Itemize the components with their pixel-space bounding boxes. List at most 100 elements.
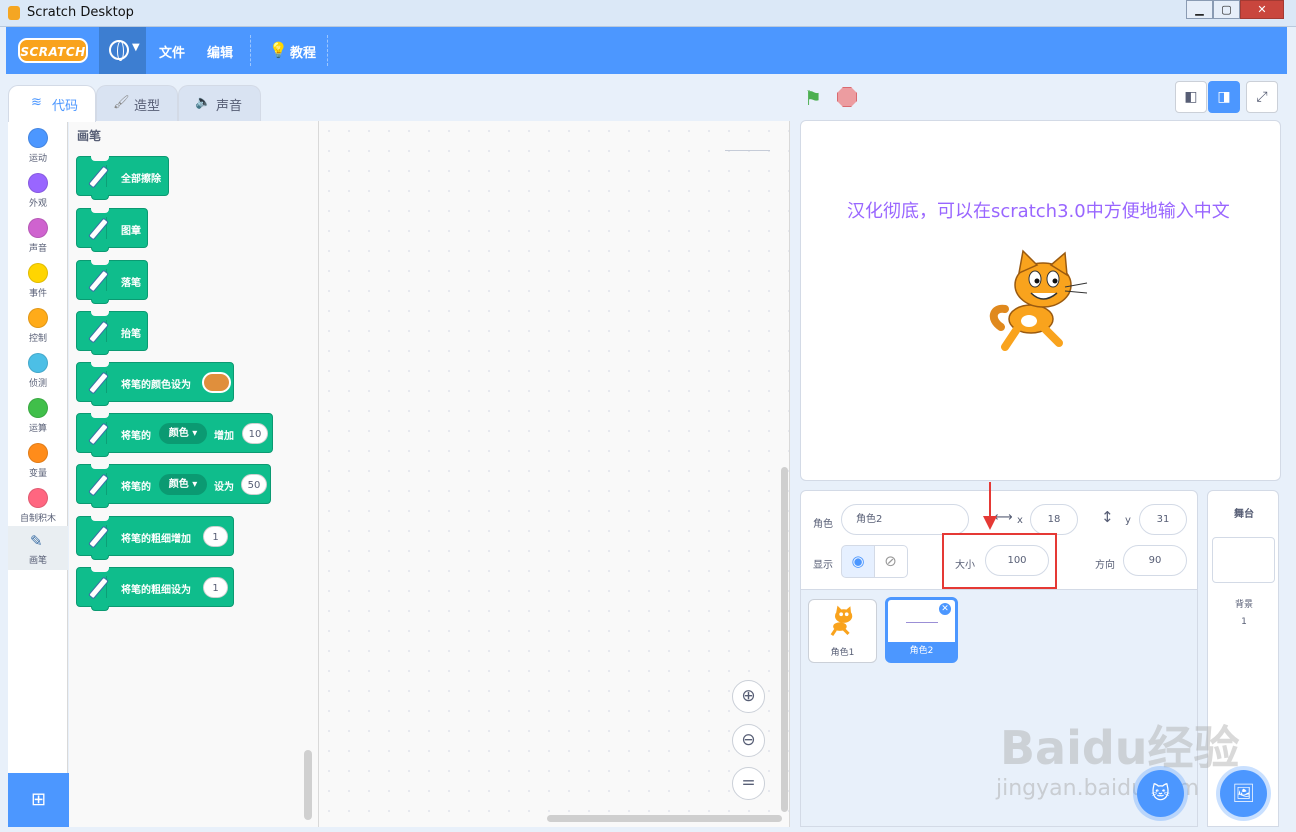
edit-menu[interactable]: 编辑 [207,42,233,61]
pen-icon [85,320,107,342]
block-set-pen-param[interactable]: 将笔的 颜色 ▾ 设为 50 [76,464,271,508]
block-label: 图章 [121,226,141,237]
category-label: 外观 [28,199,47,209]
scratch-logo[interactable]: SCRATCH [18,38,88,63]
category-label: 运动 [28,154,47,164]
zoom-reset-icon: = [741,773,756,793]
category-motion[interactable]: 运动 [8,124,68,169]
cat-sprite-icon [830,605,853,637]
number-input[interactable]: 10 [242,423,268,444]
show-sprite-button[interactable]: ◉ [841,545,875,578]
pen-param-dropdown[interactable]: 颜色 ▾ [159,423,207,444]
category-label: 运算 [28,424,47,434]
category-dot [28,353,48,373]
pen-icon [85,371,107,393]
block-label: 设为 [214,482,234,493]
block-label: 将笔的 [121,482,151,493]
y-label: y [1125,515,1131,526]
category-dot [28,173,48,193]
block-set-pen-size[interactable]: 将笔的粗细设为 1 [76,567,234,611]
zoom-out-icon: ⊖ [741,730,756,750]
sprite-name-input[interactable]: 角色2 [841,504,969,535]
baidu-watermark: Baidu经验 [1000,721,1240,775]
globe-icon [109,40,129,61]
file-menu[interactable]: 文件 [159,42,185,61]
category-sound[interactable]: 声音 [8,214,68,259]
stop-icon[interactable] [837,87,857,107]
category-control[interactable]: 控制 [8,304,68,349]
sprite-tile-1[interactable]: 角色1 [808,599,877,663]
block-palette: 画笔 全部擦除 图章 落笔 抬笔 将笔的颜色设为 将笔的 颜色 ▾ 增加 10 … [69,121,319,827]
number-input[interactable]: 1 [203,577,228,598]
block-pen-clear[interactable]: 全部擦除 [76,156,169,200]
hide-sprite-button[interactable]: ⊘ [874,545,908,578]
direction-input[interactable]: 90 [1123,545,1187,576]
add-extension-button[interactable]: ⊞ [8,773,69,827]
zoom-reset-button[interactable]: = [732,767,765,800]
workspace-horizontal-scrollbar[interactable] [547,815,782,822]
pen-param-dropdown[interactable]: 颜色 ▾ [159,474,207,495]
maximize-button[interactable]: ▢ [1213,0,1240,19]
pen-color-swatch[interactable] [202,372,231,393]
tab-sounds[interactable]: 🔈 声音 [178,85,261,121]
category-dot [28,398,48,418]
code-blocks-icon: ≋ [31,95,42,110]
small-stage-button[interactable]: ◧ [1175,81,1207,113]
x-position-input[interactable]: 18 [1030,504,1078,535]
choose-sprite-button[interactable]: 🐱 [1137,770,1184,817]
green-flag-icon[interactable]: ⚑ [804,86,822,110]
number-input[interactable]: 50 [241,474,267,495]
category-label: 侦测 [28,379,47,389]
block-label: 落笔 [121,278,141,289]
sprite-tile-name: 角色2 [888,642,955,660]
block-pen-up[interactable]: 抬笔 [76,311,148,355]
category-label: 控制 [28,334,47,344]
category-variables[interactable]: 变量 [8,439,68,484]
workspace-vertical-scrollbar[interactable] [781,467,788,812]
category-pen[interactable]: ✎ 画笔 [8,526,68,570]
category-operators[interactable]: 运算 [8,394,68,439]
cat-sprite-icon[interactable] [989,249,1093,353]
block-set-pen-color[interactable]: 将笔的颜色设为 [76,362,234,406]
tab-costumes[interactable]: 🖌 造型 [96,85,178,121]
category-events[interactable]: 事件 [8,259,68,304]
tab-code[interactable]: ≋ 代码 [8,85,96,122]
minimize-button[interactable]: ▁ [1186,0,1213,19]
pen-icon [85,525,107,547]
pen-icon [85,217,107,239]
zoom-out-button[interactable]: ⊖ [732,724,765,757]
category-dot [28,218,48,238]
category-looks[interactable]: 外观 [8,169,68,214]
number-input[interactable]: 1 [203,526,228,547]
category-menu: 运动 外观 声音 事件 控制 侦测 运算 变量 自制积木 ✎ 画笔 [8,121,68,827]
delete-sprite-button[interactable]: ✕ [938,602,952,616]
y-position-input[interactable]: 31 [1139,504,1187,535]
menu-divider [250,35,251,66]
close-button[interactable]: ✕ [1240,0,1284,19]
block-label: 增加 [214,431,234,442]
category-dot [28,488,48,508]
script-workspace[interactable] [319,121,790,827]
tutorials-menu[interactable]: 教程 [290,42,316,61]
sprite-thumbnail [906,622,938,623]
tab-code-label: 代码 [52,99,79,114]
category-dot [28,308,48,328]
category-label: 画笔 [28,556,47,566]
block-pen-stamp[interactable]: 图章 [76,208,148,252]
block-change-pen-size[interactable]: 将笔的粗细增加 1 [76,516,234,560]
fullscreen-icon: ⤢ [1256,89,1268,105]
backdrop-thumbnail[interactable] [1212,537,1275,583]
speaker-icon: 🔈 [195,95,212,110]
palette-scrollbar[interactable] [304,750,312,820]
category-sensing[interactable]: 侦测 [8,349,68,394]
block-pen-down[interactable]: 落笔 [76,260,148,304]
category-my-blocks[interactable]: 自制积木 [8,484,68,529]
block-change-pen-param[interactable]: 将笔的 颜色 ▾ 增加 10 [76,413,273,457]
zoom-in-button[interactable]: ⊕ [732,680,765,713]
language-menu-button[interactable]: ▼ [99,27,146,74]
fullscreen-button[interactable]: ⤢ [1246,81,1278,113]
stage-canvas[interactable]: 汉化彻底，可以在scratch3.0中方便地输入中文 [800,120,1281,481]
large-stage-button[interactable]: ◨ [1208,81,1240,113]
choose-backdrop-button[interactable]: 🖼 [1220,770,1267,817]
block-label: 将笔的粗细设为 [121,585,191,596]
